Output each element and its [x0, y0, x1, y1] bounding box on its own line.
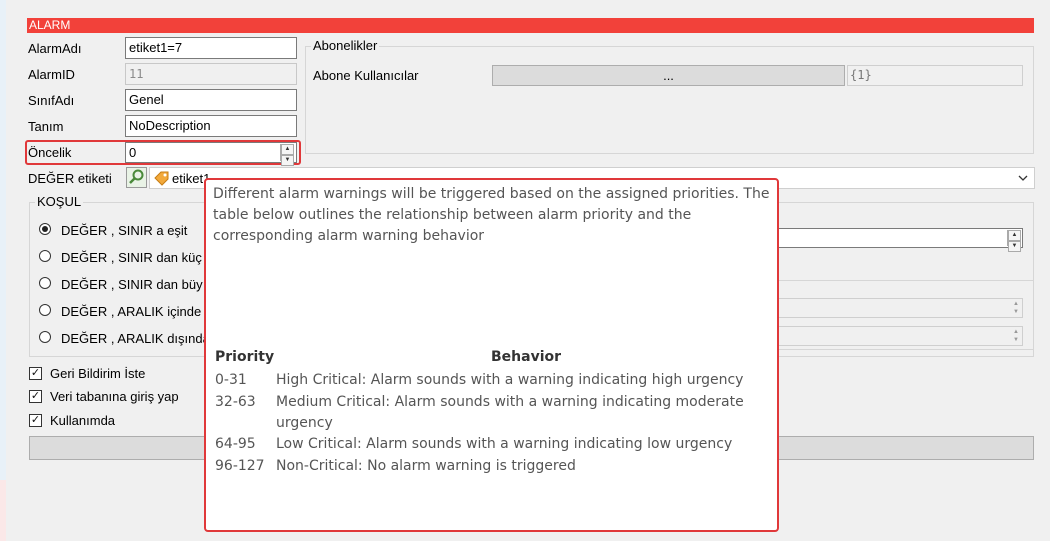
in-use-checkbox-row[interactable]: ✓ Kullanımda	[29, 413, 209, 429]
priority-tooltip: Different alarm warnings will be trigger…	[204, 178, 779, 532]
subscribed-users-label: Abone Kullanıcılar	[313, 68, 419, 83]
tooltip-row-priority: 32-63	[215, 394, 256, 410]
database-log-checkbox-row[interactable]: ✓ Veri tabanına giriş yap	[29, 389, 209, 405]
limit-input[interactable]: ▲ ▼	[778, 228, 1023, 252]
subscribed-users-value: {1}	[847, 65, 1023, 86]
chevron-down-icon	[1018, 175, 1028, 181]
radio-button[interactable]	[39, 250, 51, 262]
radio-button[interactable]	[39, 223, 51, 235]
tooltip-row-behavior: Low Critical: Alarm sounds with a warnin…	[276, 436, 733, 452]
range-max-stepper-icon: ▲ ▼	[1013, 329, 1019, 343]
class-name-label: SınıfAdı	[28, 93, 75, 108]
left-edge-strip-lower	[0, 480, 6, 541]
stepper-down-icon[interactable]: ▼	[281, 155, 294, 166]
range-max-input: ▲ ▼	[778, 326, 1023, 346]
checkbox-label: Veri tabanına giriş yap	[50, 389, 179, 404]
tooltip-row-behavior: Medium Critical: Alarm sounds with a war…	[276, 394, 744, 431]
description-input[interactable]: NoDescription	[125, 115, 297, 137]
alarm-name-label: AlarmAdı	[28, 41, 82, 56]
tag-icon	[154, 171, 169, 186]
condition-option-label: DEĞER , ARALIK dışında	[61, 331, 210, 346]
tooltip-row-behavior: High Critical: Alarm sounds with a warni…	[276, 372, 744, 388]
tooltip-header-priority: Priority	[215, 349, 275, 365]
tooltip-header-behavior: Behavior	[491, 349, 562, 365]
stepper-up-icon[interactable]: ▲	[281, 144, 294, 155]
priority-stepper[interactable]: ▲ ▼	[280, 144, 294, 166]
alarm-id-input: 11	[125, 63, 297, 85]
stepper-down-icon[interactable]: ▼	[1008, 241, 1021, 252]
radio-button[interactable]	[39, 304, 51, 316]
condition-option-label: DEĞER , ARALIK içinde	[61, 304, 202, 319]
subscriptions-group	[305, 46, 1034, 154]
tooltip-row-priority: 64-95	[215, 436, 256, 452]
browse-users-button[interactable]: ...	[492, 65, 845, 86]
condition-option-label: DEĞER , SINIR a eşit	[61, 223, 188, 238]
checkbox-label: Kullanımda	[50, 413, 116, 428]
checkbox[interactable]: ✓	[29, 390, 42, 403]
priority-label: Öncelik	[28, 145, 72, 160]
radio-button[interactable]	[39, 331, 51, 343]
condition-option-label: DEĞER , SINIR dan küç	[61, 250, 202, 265]
priority-value: 0	[129, 145, 137, 160]
value-tag-label: DEĞER etiketi	[28, 171, 112, 186]
search-icon	[129, 169, 144, 184]
feedback-checkbox-row[interactable]: ✓ Geri Bildirim İste	[29, 366, 209, 382]
priority-input[interactable]: 0 ▲ ▼	[125, 142, 297, 166]
range-min-stepper-icon: ▲ ▼	[1013, 301, 1019, 315]
tooltip-row-priority: 0-31	[215, 372, 247, 388]
subscriptions-group-label: Abonelikler	[311, 38, 380, 53]
search-tag-button[interactable]	[126, 167, 147, 188]
limit-stepper[interactable]: ▲ ▼	[1007, 230, 1021, 252]
alarm-id-label: AlarmID	[28, 67, 75, 82]
tooltip-intro: Different alarm warnings will be trigger…	[213, 186, 770, 244]
class-name-input[interactable]: Genel	[125, 89, 297, 111]
condition-option-label: DEĞER , SINIR dan büy	[61, 277, 203, 292]
alarm-name-input[interactable]: etiket1=7	[125, 37, 297, 59]
condition-group-label: KOŞUL	[35, 194, 84, 209]
checkbox[interactable]: ✓	[29, 367, 42, 380]
checkbox-label: Geri Bildirim İste	[50, 366, 146, 381]
left-edge-strip	[0, 0, 6, 541]
radio-button[interactable]	[39, 277, 51, 289]
tooltip-row-behavior: Non-Critical: No alarm warning is trigge…	[276, 458, 576, 474]
range-min-input: ▲ ▼	[778, 298, 1023, 318]
checkbox[interactable]: ✓	[29, 414, 42, 427]
tooltip-row-priority: 96-127	[215, 458, 265, 474]
description-label: Tanım	[28, 119, 64, 134]
stepper-up-icon[interactable]: ▲	[1008, 230, 1021, 241]
window-title: ALARM	[27, 18, 1034, 33]
